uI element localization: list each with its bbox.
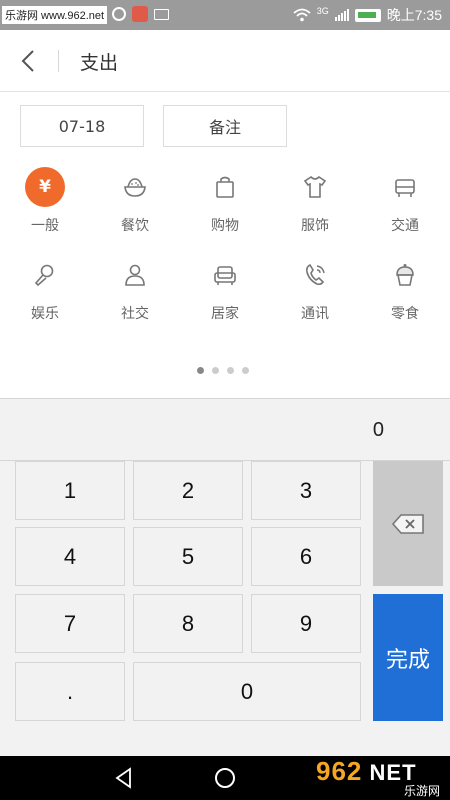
backspace-icon [391,513,424,534]
key-6[interactable]: 6 [251,527,361,586]
brand-number: 962 [316,756,363,786]
amount-display: 0 [0,398,450,461]
people-icon [115,255,155,295]
category-label: 通讯 [301,306,329,322]
system-nav-bar: 962 NET 乐游网 [0,756,450,800]
microphone-icon [25,255,65,295]
brand-subtitle: 乐游网 [403,784,440,798]
category-telecom[interactable]: 通讯 [275,255,355,327]
page-dot-2[interactable] [212,367,219,374]
watermark-label: 乐游网 www.962.net [2,6,108,24]
key-4[interactable]: 4 [15,527,125,586]
shirt-icon [295,167,335,207]
category-label: 餐饮 [121,218,149,234]
nav-back-icon[interactable] [113,767,135,789]
category-dining[interactable]: 餐饮 [95,167,175,239]
chevron-left-icon [21,50,34,72]
shopping-bag-icon [205,167,245,207]
rice-bowl-icon [115,167,155,207]
page-indicator [197,367,249,374]
yen-icon: ¥ [25,167,65,207]
date-button[interactable]: 07-18 [20,105,144,147]
brightness-icon [112,7,126,21]
back-button[interactable] [14,46,44,76]
sofa-icon [205,255,245,295]
category-label: 服饰 [301,218,329,234]
car-icon [385,167,425,207]
done-button[interactable]: 完成 [373,594,443,721]
brand-watermark: 962 NET 乐游网 [316,758,444,798]
category-shopping[interactable]: 购物 [185,167,265,239]
signal-icon [334,9,349,21]
page-dot-3[interactable] [227,367,234,374]
key-0[interactable]: 0 [133,662,361,721]
wifi-icon [293,8,311,22]
category-label: 社交 [121,306,149,322]
category-label: 一般 [31,218,59,234]
category-home[interactable]: 居家 [185,255,265,327]
status-bar-left: 乐游网 www.962.net [0,0,108,30]
category-snacks[interactable]: 零食 [365,255,445,327]
cupcake-icon [385,255,425,295]
screen: 乐游网 www.962.net 3G 晚上7:35 支出 07-18 备注 ¥ … [0,0,450,800]
status-notification-icons [112,6,169,22]
app-notification-icon [132,6,148,22]
key-3[interactable]: 3 [251,461,361,520]
category-label: 居家 [211,306,239,322]
key-decimal[interactable]: . [15,662,125,721]
brand-logo: 962 NET [316,758,444,785]
page-dot-1[interactable] [197,367,204,374]
category-label: 购物 [211,218,239,234]
nav-home-icon[interactable] [215,768,235,788]
key-5[interactable]: 5 [133,527,243,586]
key-7[interactable]: 7 [15,594,125,653]
key-2[interactable]: 2 [133,461,243,520]
note-button[interactable]: 备注 [163,105,287,147]
category-entertainment[interactable]: 娱乐 [5,255,85,327]
status-time: 晚上7:35 [386,7,442,23]
phone-icon [295,255,335,295]
category-clothing[interactable]: 服饰 [275,167,355,239]
status-bar: 乐游网 www.962.net 3G 晚上7:35 [0,0,450,30]
app-header: 支出 [0,30,450,92]
network-type-label: 3G [316,6,329,16]
page-dot-4[interactable] [242,367,249,374]
category-label: 交通 [391,218,419,234]
category-general[interactable]: ¥ 一般 [5,167,85,239]
key-1[interactable]: 1 [15,461,125,520]
status-bar-right: 3G 晚上7:35 [293,0,442,30]
mail-icon [154,8,169,20]
category-social[interactable]: 社交 [95,255,175,327]
key-8[interactable]: 8 [133,594,243,653]
header-divider [58,50,59,72]
category-label: 零食 [391,306,419,322]
backspace-button[interactable] [373,461,443,586]
key-9[interactable]: 9 [251,594,361,653]
category-transport[interactable]: 交通 [365,167,445,239]
amount-value: 0 [372,419,384,441]
category-label: 娱乐 [31,306,59,322]
battery-icon [354,8,381,22]
brand-suffix: NET [369,760,417,785]
page-title: 支出 [80,52,119,74]
